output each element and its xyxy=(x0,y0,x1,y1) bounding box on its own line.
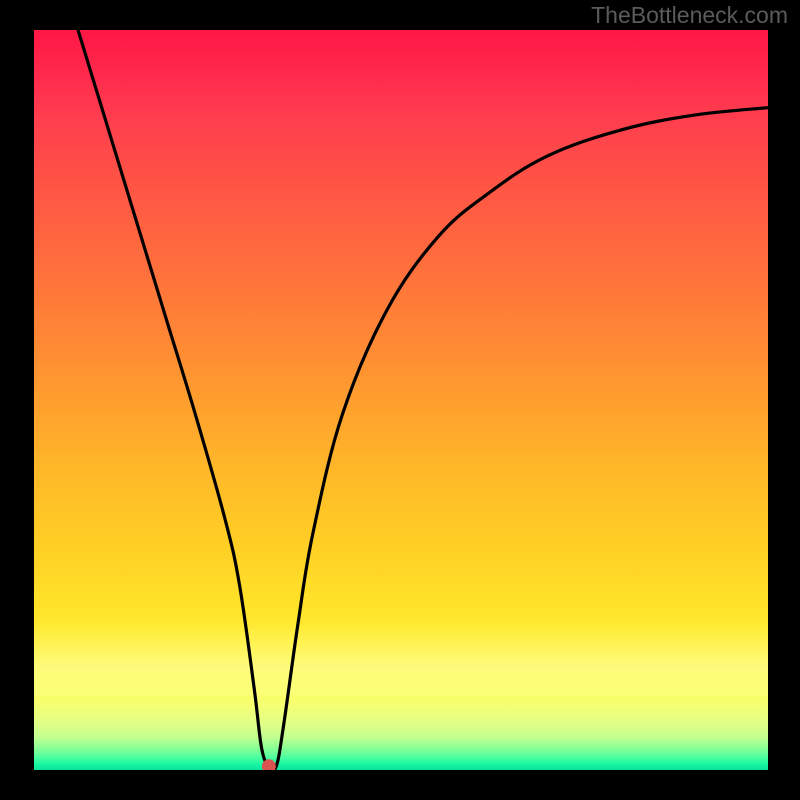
bottleneck-curve xyxy=(78,30,768,770)
chart-frame: TheBottleneck.com xyxy=(0,0,800,800)
curve-svg xyxy=(34,30,768,770)
watermark-text: TheBottleneck.com xyxy=(591,2,788,29)
plot-area xyxy=(34,30,768,770)
